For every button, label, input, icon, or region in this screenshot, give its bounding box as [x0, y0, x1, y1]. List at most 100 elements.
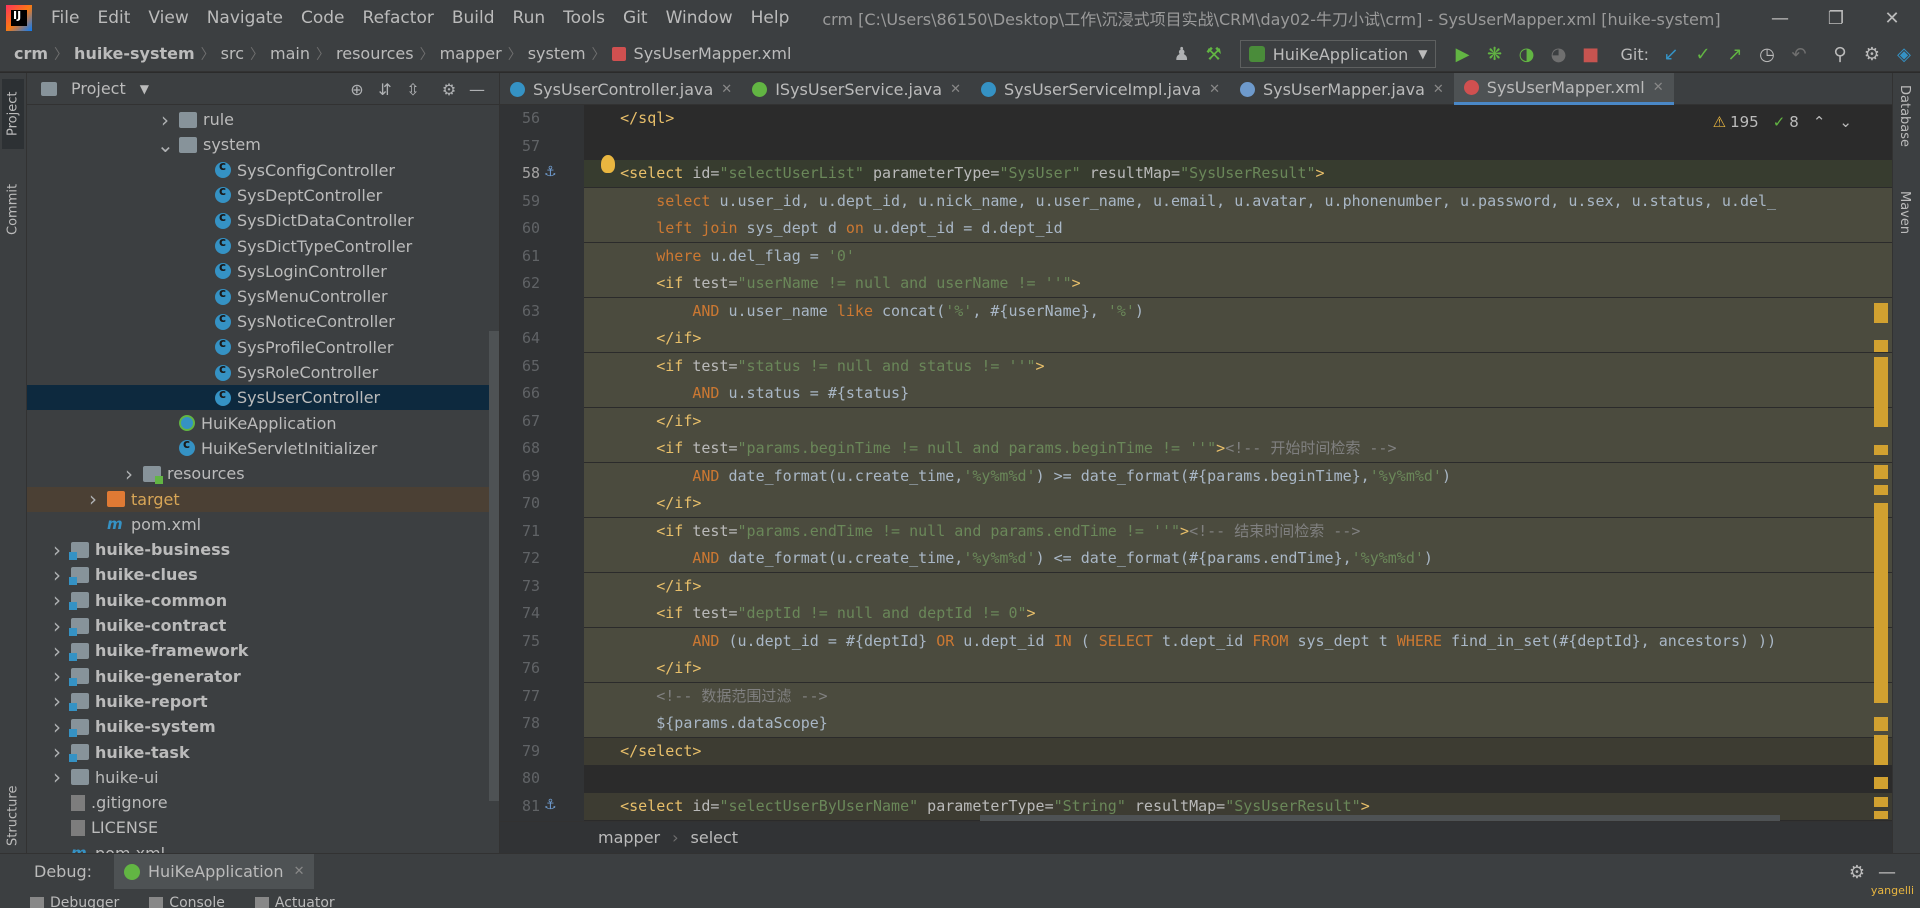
menu-item-git[interactable]: Git	[614, 0, 657, 36]
code-line[interactable]: <if test="deptId != null and deptId != 0…	[584, 600, 1892, 627]
chevron-right-icon[interactable]: ›	[49, 588, 65, 612]
warning-stripe-mark[interactable]	[1874, 777, 1888, 789]
code-line[interactable]: </if>	[584, 572, 1892, 600]
code-line[interactable]: </select>	[584, 737, 1892, 765]
close-icon[interactable]: ✕	[1209, 82, 1220, 97]
code-line[interactable]	[584, 133, 1892, 160]
menu-item-edit[interactable]: Edit	[88, 0, 139, 36]
tree-node[interactable]: SysProfileController	[27, 335, 499, 360]
menu-item-code[interactable]: Code	[292, 0, 354, 36]
tree-node[interactable]: SysUserController	[27, 385, 499, 411]
tree-node[interactable]: SysConfigController	[27, 158, 499, 183]
menu-item-window[interactable]: Window	[657, 0, 742, 36]
code-line[interactable]: left join sys_dept d on u.dept_id = d.de…	[584, 215, 1892, 242]
menu-item-run[interactable]: Run	[504, 0, 555, 36]
code-line[interactable]: AND date_format(u.create_time,'%y%m%d') …	[584, 462, 1892, 490]
tool-tab-maven[interactable]: Maven	[1897, 191, 1912, 234]
chevron-right-icon[interactable]: ›	[49, 538, 65, 562]
warning-stripe-mark[interactable]	[1874, 717, 1888, 731]
tree-node[interactable]: SysDictTypeController	[27, 234, 499, 259]
project-tree-scrollbar[interactable]	[489, 331, 499, 801]
tree-node[interactable]: HuiKeServletInitializer	[27, 436, 499, 461]
collapse-all-icon[interactable]: ⇳	[399, 80, 427, 99]
chevron-down-icon[interactable]: ▼	[140, 82, 149, 96]
tree-node[interactable]: › huike-contract	[27, 613, 499, 638]
tree-node[interactable]: SysMenuController	[27, 284, 499, 309]
breadcrumb-item[interactable]: huike-system	[70, 44, 199, 63]
history-icon[interactable]: ◷	[1754, 41, 1780, 67]
debug-session-tab[interactable]: HuiKeApplication ✕	[114, 853, 315, 890]
minimize-button[interactable]: —	[1752, 0, 1808, 36]
tree-node[interactable]: m pom.xml	[27, 841, 499, 853]
search-icon[interactable]: ⚲	[1827, 41, 1853, 67]
code-line[interactable]: AND date_format(u.create_time,'%y%m%d') …	[584, 545, 1892, 572]
close-icon[interactable]: ✕	[721, 82, 732, 97]
menu-item-file[interactable]: File	[42, 0, 88, 36]
tree-node[interactable]: › huike-report	[27, 689, 499, 714]
restore-button[interactable]: ❐	[1808, 0, 1864, 36]
code-line[interactable]: </if>	[584, 407, 1892, 435]
user-icon[interactable]: ♟	[1169, 41, 1195, 67]
code-line[interactable]: <if test="status != null and status != '…	[584, 352, 1892, 380]
breadcrumb-item[interactable]: system	[524, 44, 590, 63]
code-line[interactable]: <if test="params.beginTime != null and p…	[584, 435, 1892, 462]
debug-icon[interactable]: ❋	[1481, 41, 1507, 67]
tree-node[interactable]: › huike-common	[27, 588, 499, 613]
code-line[interactable]: </if>	[584, 325, 1892, 352]
tool-tab-commit[interactable]: Commit	[2, 169, 24, 249]
profile-icon[interactable]: ◕	[1545, 41, 1571, 67]
lightbulb-icon[interactable]	[601, 155, 615, 173]
build-hammer-icon[interactable]: ⚒	[1201, 41, 1227, 67]
editor-tab[interactable]: SysUserController.java ✕	[500, 73, 742, 105]
git-commit-icon[interactable]: ✓	[1690, 41, 1716, 67]
rollback-icon[interactable]: ↶	[1786, 41, 1812, 67]
editor-tab[interactable]: SysUserMapper.java ✕	[1230, 73, 1454, 105]
settings-gear-icon[interactable]: ⚙	[1842, 862, 1872, 883]
chevron-right-icon[interactable]: ›	[49, 740, 65, 764]
code-line[interactable]: ${params.dataScope}	[584, 710, 1892, 737]
editor-tab[interactable]: SysUserMapper.xml ✕	[1453, 73, 1674, 105]
warning-stripe-mark[interactable]	[1874, 445, 1888, 455]
close-icon[interactable]: ✕	[950, 82, 961, 97]
close-icon[interactable]: ✕	[1653, 80, 1664, 95]
chevron-right-icon[interactable]: ›	[49, 689, 65, 713]
warning-stripe-mark[interactable]	[1874, 303, 1888, 323]
code-line[interactable]: AND u.user_name like concat('%', #{userN…	[584, 297, 1892, 325]
code-line[interactable]: AND u.status = #{status}	[584, 380, 1892, 407]
warning-stripe-mark[interactable]	[1874, 735, 1888, 765]
tool-tab-structure[interactable]: Structure	[2, 773, 24, 859]
warning-stripe-mark[interactable]	[1874, 465, 1888, 479]
menu-item-navigate[interactable]: Navigate	[198, 0, 292, 36]
warning-stripe-mark[interactable]	[1874, 340, 1888, 352]
code-line[interactable]: select u.user_id, u.dept_id, u.nick_name…	[584, 187, 1892, 215]
tree-node[interactable]: SysNoticeController	[27, 309, 499, 334]
code-line[interactable]: <if test="userName != null and userName …	[584, 270, 1892, 297]
tree-node[interactable]: › rule	[27, 107, 499, 132]
code-line[interactable]: AND (u.dept_id = #{deptId} OR u.dept_id …	[584, 627, 1892, 655]
tree-node[interactable]: m pom.xml	[27, 512, 499, 537]
next-highlight-icon[interactable]: ⌄	[1839, 113, 1852, 131]
code-line[interactable]: <if test="params.endTime != null and par…	[584, 517, 1892, 545]
tree-node[interactable]: › huike-system	[27, 714, 499, 739]
breadcrumb-item[interactable]: main	[266, 44, 314, 63]
tree-node[interactable]: › huike-generator	[27, 664, 499, 689]
close-icon[interactable]: ✕	[1433, 82, 1444, 97]
code-line[interactable]: where u.del_flag = '0'	[584, 242, 1892, 270]
run-icon[interactable]: ▶	[1449, 41, 1475, 67]
close-window-button[interactable]: ✕	[1864, 0, 1920, 36]
warning-stripe-mark[interactable]	[1874, 811, 1888, 819]
tree-node[interactable]: › target	[27, 486, 499, 512]
menu-item-build[interactable]: Build	[443, 0, 504, 36]
tree-node[interactable]: HuiKeApplication	[27, 411, 499, 436]
chevron-right-icon[interactable]: ›	[49, 765, 65, 789]
git-update-icon[interactable]: ↙	[1658, 41, 1684, 67]
project-panel-title[interactable]: Project	[71, 79, 126, 98]
run-configuration-select[interactable]: HuiKeApplication ▼	[1239, 40, 1437, 68]
chevron-down-icon[interactable]: ⌄	[157, 133, 174, 157]
tool-tab-project[interactable]: Project	[2, 79, 24, 149]
warning-stripe-mark[interactable]	[1874, 485, 1888, 495]
warning-stripe-mark[interactable]	[1874, 503, 1888, 703]
jetbrains-icon[interactable]: ◈	[1891, 41, 1917, 67]
tree-node[interactable]: › huike-clues	[27, 562, 499, 587]
mapper-navigation-icon[interactable]: ⚓	[544, 797, 557, 813]
